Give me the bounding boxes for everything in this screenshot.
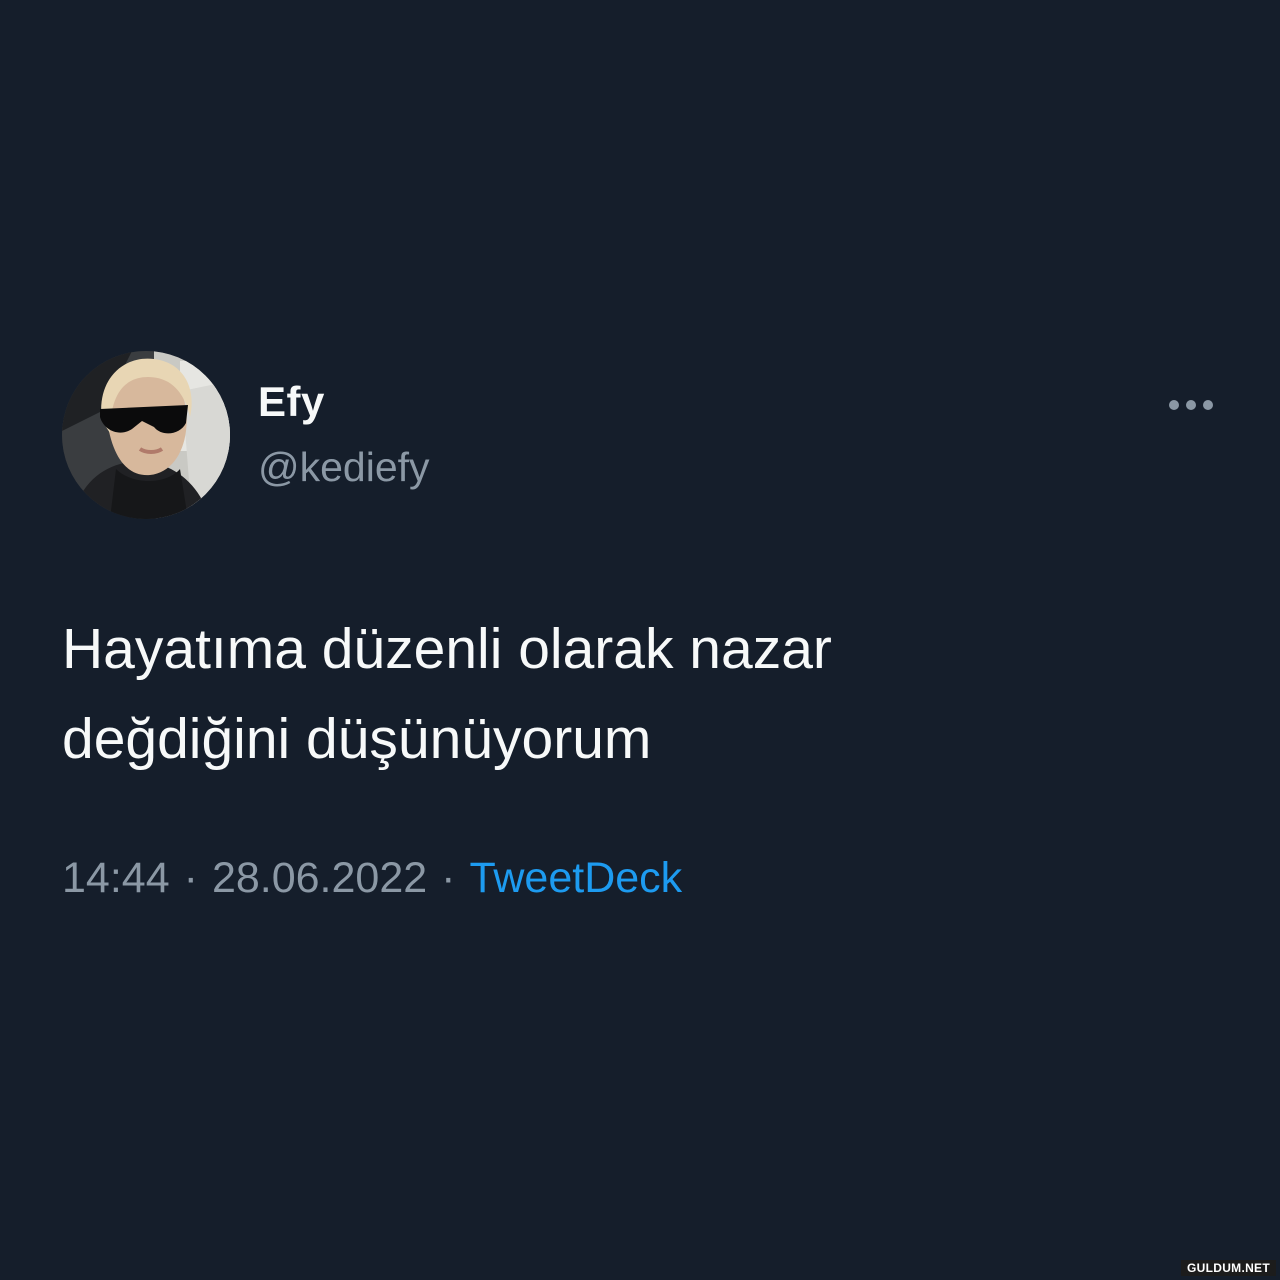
tweet-time[interactable]: 14:44 — [62, 854, 170, 902]
watermark: GULDUM.NET — [1181, 1260, 1276, 1276]
more-horizontal-icon — [1169, 400, 1213, 410]
tweet-date[interactable]: 28.06.2022 — [212, 854, 427, 902]
author-display-name[interactable]: Efy — [258, 378, 325, 426]
meta-separator: · — [183, 854, 198, 902]
tweet-text: Hayatıma düzenli olarak nazar değdiğini … — [62, 617, 832, 771]
author-handle[interactable]: @kediefy — [258, 444, 430, 491]
tweet-metadata: 14:44 · 28.06.2022 · TweetDeck — [62, 854, 682, 903]
more-options-button[interactable] — [1162, 388, 1220, 422]
tweet-source-link[interactable]: TweetDeck — [469, 854, 682, 902]
avatar-photo — [62, 351, 230, 519]
meta-separator: · — [441, 854, 456, 902]
tweet-card: Efy @kediefy Hayatıma düzenli olarak naz… — [0, 0, 1280, 1280]
avatar[interactable] — [62, 351, 230, 519]
